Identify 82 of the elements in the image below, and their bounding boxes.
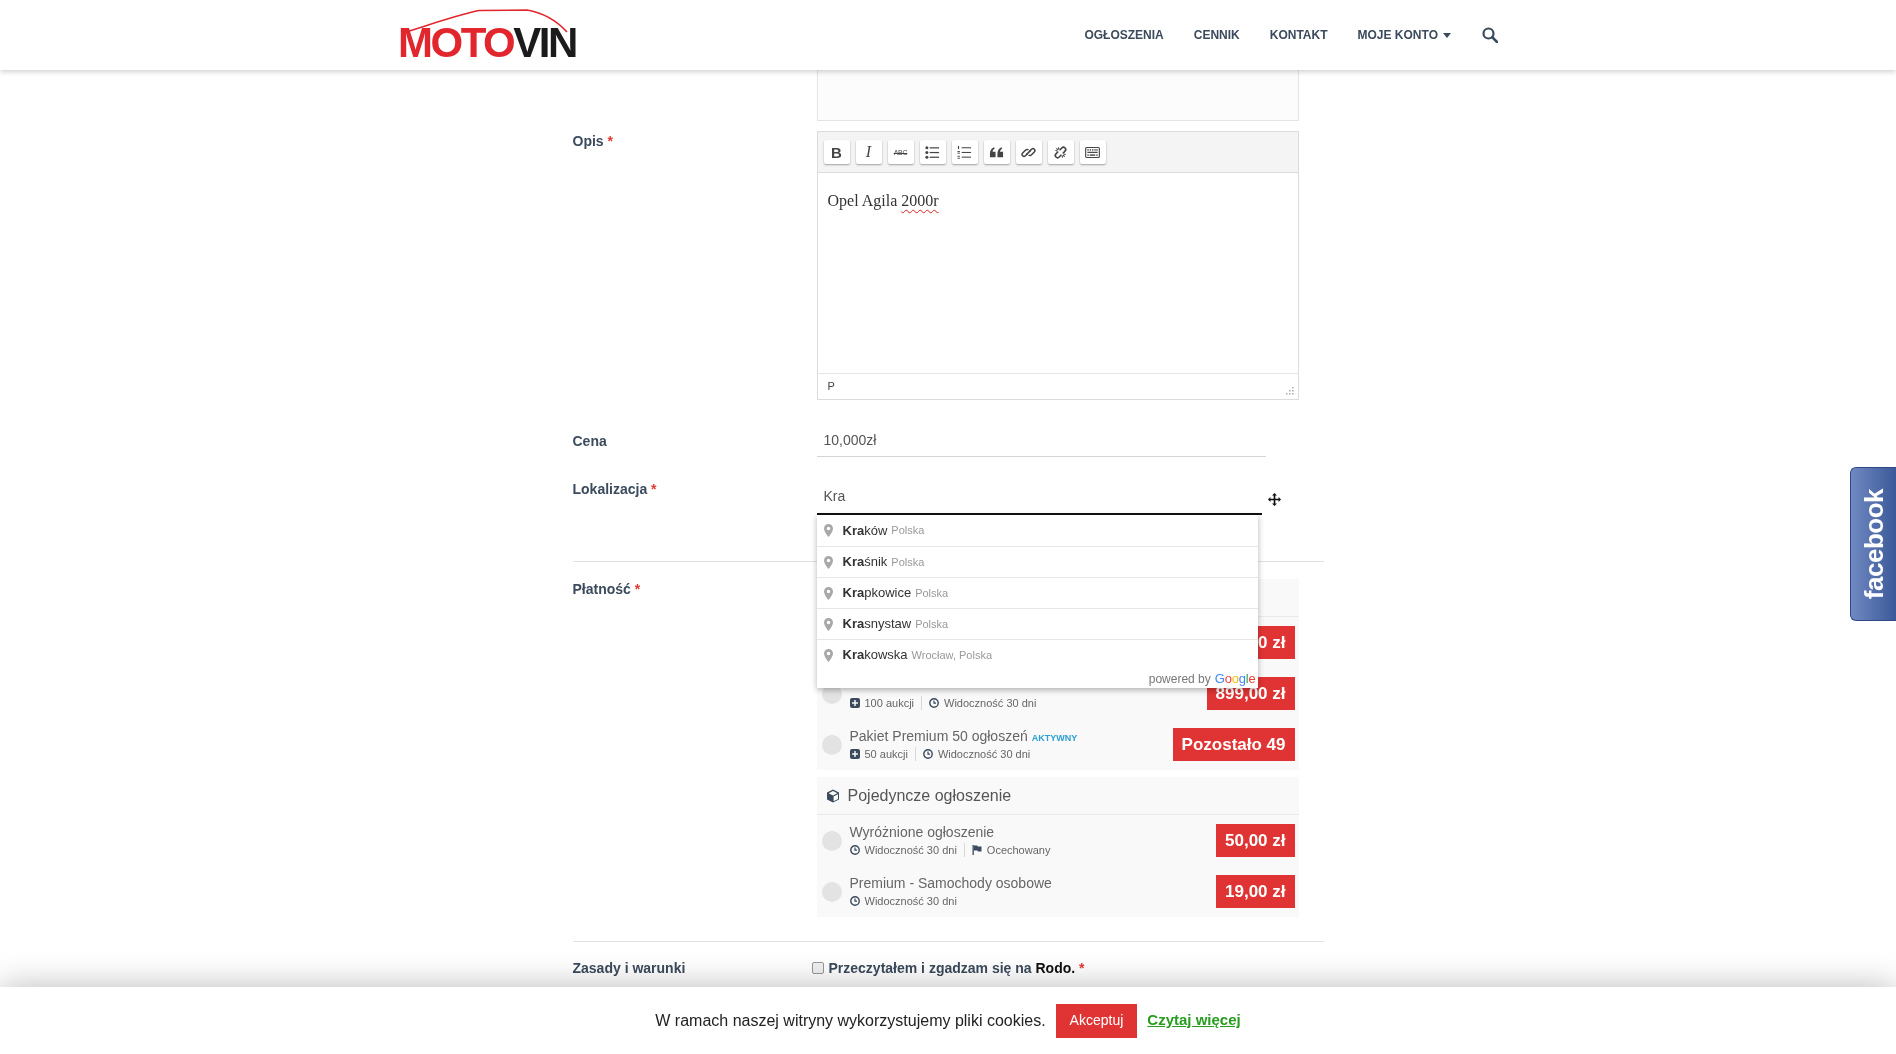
- package-detail: Widoczność 30 dni: [937, 746, 1031, 762]
- suggestion-item[interactable]: Kraków Polska: [816, 515, 1258, 546]
- resize-grip-icon[interactable]: [1285, 387, 1294, 395]
- package-detail: Widoczność 30 dni: [864, 893, 957, 909]
- map-pin-icon: [823, 648, 833, 662]
- quote-button[interactable]: [983, 140, 1010, 164]
- quote-icon: [989, 144, 1004, 160]
- accept-button[interactable]: Akceptuj: [1055, 1003, 1138, 1038]
- checkbox[interactable]: [811, 962, 824, 974]
- suggestion-item[interactable]: Krasnystaw Polska: [816, 608, 1258, 639]
- logo[interactable]: MOTOVIN: [398, 8, 576, 64]
- keyboard-icon: [1085, 144, 1100, 160]
- package-detail: 50 aukcji: [864, 746, 908, 762]
- map-pin-icon: [823, 586, 833, 600]
- numbered-list-button[interactable]: [951, 140, 978, 164]
- field-label: Opis *: [572, 132, 614, 151]
- package-title: Premium - Samochody osobowe: [849, 875, 1052, 891]
- map-pin-icon: [823, 524, 833, 537]
- unlink-icon: [1053, 144, 1068, 160]
- map-pin-icon: [823, 617, 833, 631]
- package-title: Wyróżnione ogłoszenie: [849, 824, 995, 840]
- suggestion-item[interactable]: Kraśnik Polska: [816, 546, 1258, 577]
- suggestion-name: Krakowska: [842, 646, 908, 665]
- suggestion-region: Polska: [891, 554, 925, 570]
- clock-icon: [929, 698, 940, 708]
- element-path[interactable]: P: [827, 378, 835, 395]
- clock-icon: [922, 749, 933, 759]
- plus-square-icon: [849, 749, 860, 759]
- package-title: Pakiet Premium 50 ogłoszeń: [849, 728, 1028, 744]
- caret-icon: [1443, 32, 1451, 38]
- field-label: Lokalizacja *: [572, 480, 658, 499]
- group-title: Pojedyncze ogłoszenie: [847, 785, 1012, 806]
- suggestion-item[interactable]: Krakowska Wrocław, Polska: [816, 639, 1258, 670]
- nav-link[interactable]: OGŁOSZENIA: [1069, 25, 1179, 45]
- suggestion-name: Krapkowice: [842, 584, 912, 603]
- italic-button[interactable]: I: [855, 140, 882, 164]
- suggestion-region: Wrocław, Polska: [911, 647, 993, 663]
- package-detail: Ocechowany: [986, 842, 1051, 858]
- consent-label: Przeczytałem i zgadzam się na Rodo. *: [828, 959, 1085, 978]
- search-button[interactable]: [1482, 27, 1498, 43]
- suggestion-name: Krasnystaw: [842, 615, 912, 634]
- map-pin-icon: [823, 555, 833, 569]
- price-input[interactable]: 10,000zł: [816, 421, 1266, 457]
- clock-icon: [849, 845, 860, 855]
- price-tag: 50,00 zł: [1216, 824, 1295, 857]
- suggestion-item[interactable]: Krapkowice Polska: [816, 577, 1258, 608]
- read-more-link[interactable]: Czytaj więcej: [1147, 1009, 1241, 1032]
- move-icon[interactable]: [1267, 492, 1281, 506]
- textarea-field[interactable]: [816, 70, 1299, 121]
- suggestion-name: Kraśnik: [842, 553, 888, 572]
- keyboard-button[interactable]: [1079, 140, 1106, 164]
- numbered-list-icon: [957, 144, 972, 160]
- package-detail: Widoczność 30 dni: [944, 695, 1037, 711]
- unlink-button[interactable]: [1047, 140, 1074, 164]
- rodo-link[interactable]: Rodo.: [1035, 960, 1076, 976]
- field-label: Cena: [572, 432, 608, 451]
- package-detail: Widoczność 30 dni: [864, 842, 957, 858]
- clock-icon: [849, 896, 860, 906]
- link-button[interactable]: [1015, 140, 1042, 164]
- search-icon: [1482, 27, 1498, 43]
- flag-icon: [971, 845, 982, 855]
- cookie-notice: W ramach naszej witryny wykorzystujemy pliki cookies.: [655, 1010, 1046, 1031]
- status-label: AKTYWNY: [1031, 733, 1078, 743]
- suggestion-name: Kraków: [842, 521, 888, 540]
- price-tag: Pozostało 49: [1172, 728, 1295, 761]
- bold-button[interactable]: B: [823, 140, 850, 164]
- facebook-tab[interactable]: facebook: [1850, 467, 1896, 621]
- nav-link[interactable]: KONTAKT: [1254, 25, 1343, 45]
- suggestion-region: Polska: [891, 523, 925, 539]
- package-detail: 100 aukcji: [864, 695, 915, 711]
- box-icon: [825, 788, 840, 803]
- price-tag: 19,00 zł: [1216, 875, 1295, 908]
- suggestion-region: Polska: [915, 616, 949, 632]
- editor-text: Opel Agila 2000r: [827, 191, 940, 212]
- nav-link[interactable]: CENNIK: [1178, 25, 1255, 45]
- suggestion-region: Polska: [915, 585, 949, 601]
- nav-link[interactable]: MOJE KONTO: [1342, 25, 1466, 45]
- bullet-list-button[interactable]: [919, 140, 946, 164]
- field-label: Zasady i warunki: [572, 959, 687, 978]
- plus-square-icon: [849, 698, 860, 708]
- bullet-list-icon: [925, 144, 940, 160]
- field-label: Płatność *: [572, 580, 642, 599]
